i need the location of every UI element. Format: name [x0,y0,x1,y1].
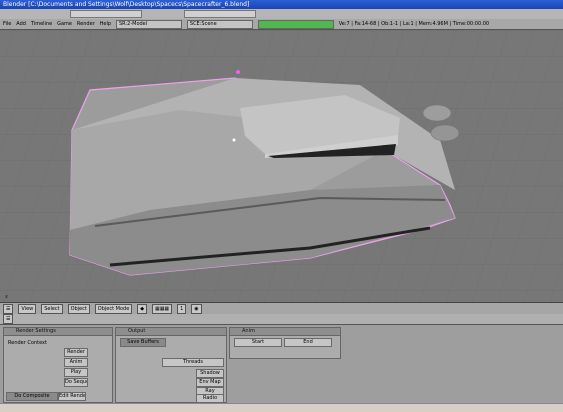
panel-title: Output [116,328,226,336]
panel-title: Anim [230,328,340,336]
menu-add[interactable]: Add [16,19,26,29]
shadow-button[interactable]: Shadow [196,369,224,378]
view-menu[interactable]: View [18,304,37,314]
stats-readout: Ve:7 | Fa:14-68 | Ob:1-1 | La:1 | Mem:4.… [338,21,490,27]
layer-field[interactable]: 1 [177,304,187,314]
select-menu[interactable]: Select [41,304,63,314]
edit-rendering-button[interactable]: Edit Rendering [58,392,86,401]
object-center [232,138,236,142]
panels-menu-icon[interactable]: ☰ [3,314,14,324]
blender-version-badge [257,20,334,29]
render-settings-panel: Render Settings Render Context Render An… [3,327,113,403]
engine-lower [430,124,460,142]
object-mode-icon[interactable]: ◆ [137,304,148,314]
threads-button[interactable]: Threads [162,358,224,367]
panel-title: Render Settings [4,328,112,336]
title-bar: Blender [C:\Documents and Settings\Wolf\… [0,0,563,9]
3d-viewport[interactable]: x [0,30,563,302]
object-mode-select[interactable]: Object Mode [94,304,133,314]
radio-button[interactable]: Radio [196,394,224,403]
scene-field[interactable]: SCE:Scene [186,20,253,29]
info-header: File Add Timeline Game Render Help SR:2-… [0,19,563,30]
anim-button[interactable]: Anim [64,358,88,367]
layer-buttons-icon[interactable]: ▦▦▦ [151,304,173,314]
save-buffers-button[interactable]: Save Buffers [120,338,166,347]
buttons-window-header: ☰ [0,314,563,325]
screen-tab[interactable] [70,10,142,18]
engine-upper [422,104,452,122]
menu-file[interactable]: File [3,19,11,29]
render-button[interactable]: Render [64,348,88,357]
object-origin [236,70,240,74]
start-frame-field[interactable]: Start [234,338,282,347]
viewport-scene[interactable]: x [0,30,563,302]
object-menu[interactable]: Object [67,304,90,314]
do-composite-button[interactable]: Do Composite [6,392,58,401]
view-menu-icon[interactable]: ☰ [3,304,14,314]
menu-help[interactable]: Help [100,19,111,29]
render-context-label: Render Context [8,340,47,346]
env-map-button[interactable]: Env Map [196,378,224,387]
menu-game[interactable]: Game [57,19,72,29]
menu-render[interactable]: Render [77,19,95,29]
viewport-axis-label: x [5,294,8,300]
buttons-window: Render Settings Render Context Render An… [0,325,563,403]
scene-tab[interactable] [183,10,256,18]
do-sequence-button[interactable]: Do Sequence [64,378,88,387]
anim-panel: Anim Start End [229,327,341,359]
play-button[interactable]: Play [64,368,88,377]
output-panel: Output Save Buffers Threads Shadow Env M… [115,327,227,403]
end-frame-field[interactable]: End [284,338,332,347]
menu-timeline[interactable]: Timeline [31,19,52,29]
screen-field[interactable]: SR:2-Model [115,20,182,29]
render-icon[interactable]: ◉ [191,304,202,314]
window-title: Blender [C:\Documents and Settings\Wolf\… [3,1,250,8]
